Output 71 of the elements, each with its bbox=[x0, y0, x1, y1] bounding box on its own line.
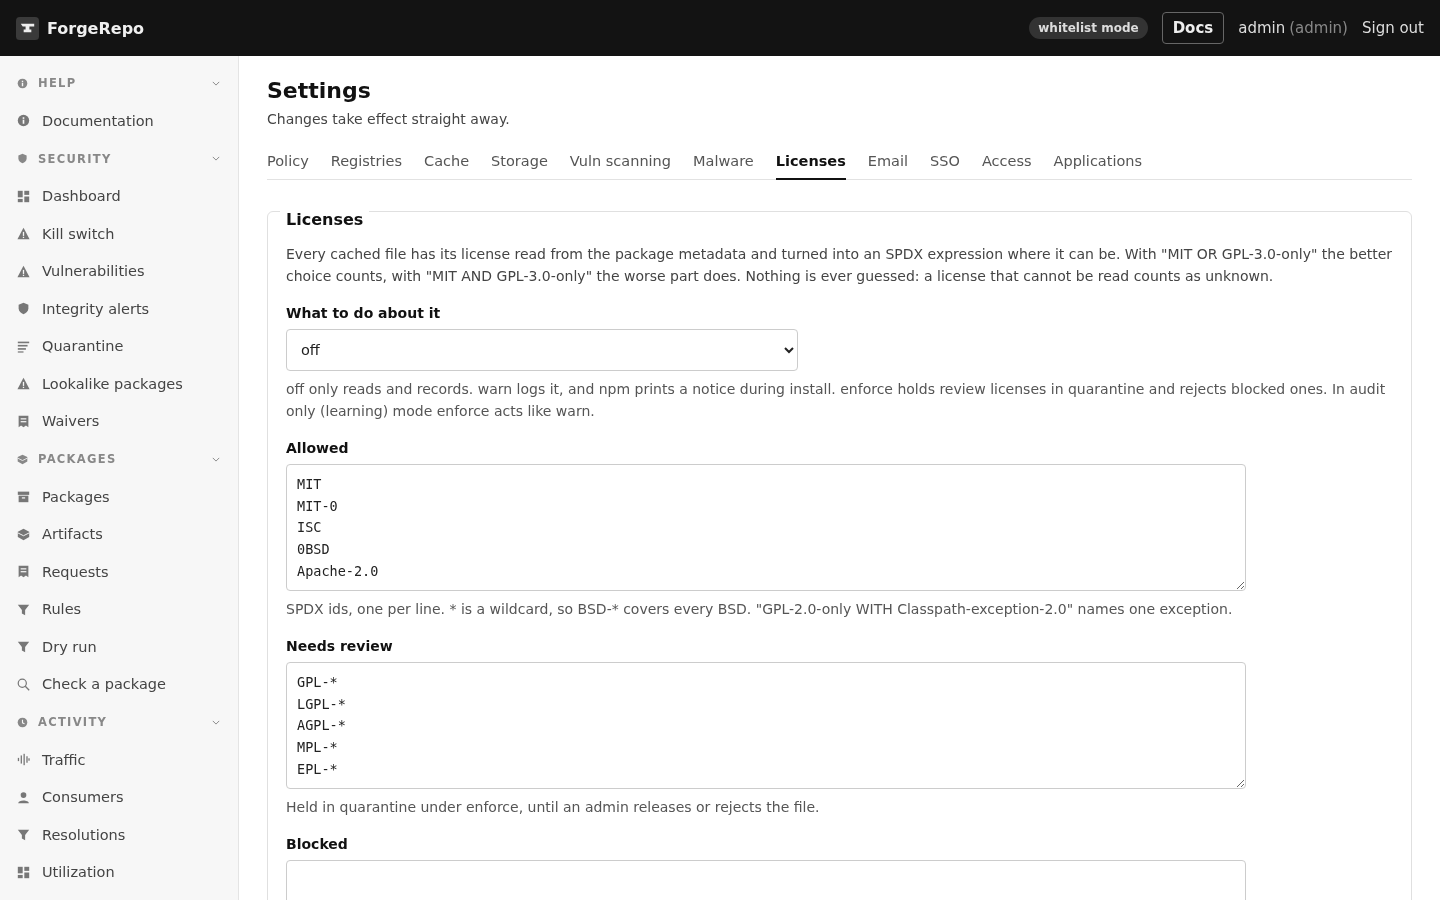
page-subtitle: Changes take effect straight away. bbox=[267, 111, 511, 127]
nav-item[interactable]: Artifacts bbox=[0, 515, 238, 553]
tab[interactable]: Registries bbox=[330, 153, 402, 180]
app-name: ForgeRepo bbox=[47, 18, 145, 38]
nav-item[interactable]: Documentation bbox=[0, 102, 238, 140]
warning-icon bbox=[17, 377, 30, 391]
help-text: off only reads and records. warn logs it, and npm prints a notice during install. enforce holds review licenses in quarantine and rejects blocked ones. In audit only (learning) mode enforce acts like warn. bbox=[286, 380, 1387, 421]
funnel-icon bbox=[17, 828, 30, 842]
text-area[interactable]: GPL-* LGPL-* AGPL-* MPL-* EPL-* bbox=[286, 662, 1246, 789]
cube-icon bbox=[17, 527, 30, 541]
funnel-icon bbox=[17, 640, 30, 654]
nav-item[interactable]: Traffic bbox=[0, 741, 238, 779]
panel-description: Every cached file has its license read from the package metadata and turned into an SPDX expression where it can be. With "MIT OR GPL-3.0-only" the better choice counts, with "MIT AND GPL-3.0-only" the worse part does. Nothing is ever guessed: a license that cannot be read counts as unknown. bbox=[286, 245, 1393, 286]
person-icon bbox=[17, 790, 30, 804]
nav-item[interactable]: Packages bbox=[0, 478, 238, 516]
help-text: SPDX ids, one per line. * is a wildcard, so BSD-* covers every BSD. "GPL-2.0-only WITH Classpath-exception-2.0" names one exception. bbox=[286, 600, 1234, 619]
field-label: Needs review bbox=[286, 638, 394, 654]
note-icon bbox=[17, 414, 30, 428]
activity-icon bbox=[17, 753, 30, 767]
anvil-logo-icon bbox=[16, 16, 39, 40]
nav-item[interactable]: Requests bbox=[0, 553, 238, 591]
tab[interactable]: Vuln scanning bbox=[569, 153, 671, 180]
tab[interactable]: SSO bbox=[930, 153, 960, 180]
tab[interactable]: Storage bbox=[491, 153, 548, 180]
nav-item[interactable]: Quarantine bbox=[0, 327, 238, 365]
dashboard-icon bbox=[17, 189, 30, 203]
search-icon bbox=[17, 677, 30, 691]
tab[interactable]: Malware bbox=[693, 153, 754, 180]
dashboard-icon bbox=[17, 865, 30, 879]
tab[interactable]: Licenses bbox=[775, 153, 846, 180]
tab[interactable]: Policy bbox=[267, 153, 309, 180]
nav-item[interactable]: Waivers bbox=[0, 402, 238, 440]
cube-icon bbox=[17, 453, 28, 465]
archive-icon bbox=[17, 490, 30, 504]
tab[interactable]: Cache bbox=[424, 153, 470, 180]
nav-item[interactable]: Consumers bbox=[0, 778, 238, 816]
field-label: What to do about it bbox=[286, 305, 442, 321]
info-icon bbox=[17, 77, 28, 89]
select-field[interactable]: off bbox=[286, 329, 798, 371]
nav-item[interactable]: Utilization bbox=[0, 853, 238, 891]
nav-item[interactable]: Resolutions bbox=[0, 816, 238, 854]
list-icon bbox=[17, 339, 30, 353]
docs-button[interactable]: Docs bbox=[1161, 12, 1225, 44]
nav-item[interactable]: Kill switch bbox=[0, 215, 238, 253]
warning-icon bbox=[17, 264, 30, 278]
nav-item[interactable]: Rules bbox=[0, 590, 238, 628]
note-icon bbox=[17, 565, 30, 579]
clock-icon bbox=[17, 716, 28, 728]
text-area[interactable]: MIT MIT-0 ISC 0BSD Apache-2.0 bbox=[286, 464, 1246, 591]
info-icon bbox=[17, 114, 30, 128]
user-role: (admin) bbox=[1289, 19, 1348, 37]
nav-item[interactable]: Integrity alerts bbox=[0, 290, 238, 328]
tab[interactable]: Applications bbox=[1053, 153, 1143, 180]
page-title: Settings bbox=[267, 78, 372, 103]
field-label: Allowed bbox=[286, 440, 350, 456]
nav-item[interactable]: Dry run bbox=[0, 628, 238, 666]
nav-item[interactable]: Vulnerabilities bbox=[0, 252, 238, 290]
nav-item[interactable]: Lookalike packages bbox=[0, 365, 238, 403]
shield-icon bbox=[17, 302, 30, 316]
tab[interactable]: Access bbox=[981, 153, 1032, 180]
nav-item[interactable]: Check a package bbox=[0, 665, 238, 703]
mode-badge: whitelist mode bbox=[1029, 17, 1148, 39]
tab[interactable]: Email bbox=[867, 153, 909, 180]
shield-icon bbox=[17, 153, 28, 164]
help-text: Held in quarantine under enforce, until an admin releases or rejects the file. bbox=[286, 798, 821, 817]
warning-icon bbox=[17, 227, 30, 241]
user-name: admin bbox=[1238, 19, 1286, 37]
field-label: Blocked bbox=[286, 836, 349, 852]
funnel-icon bbox=[17, 602, 30, 616]
sign-out-link[interactable]: Sign out bbox=[1361, 19, 1424, 37]
nav-item[interactable]: Dashboard bbox=[0, 177, 238, 215]
